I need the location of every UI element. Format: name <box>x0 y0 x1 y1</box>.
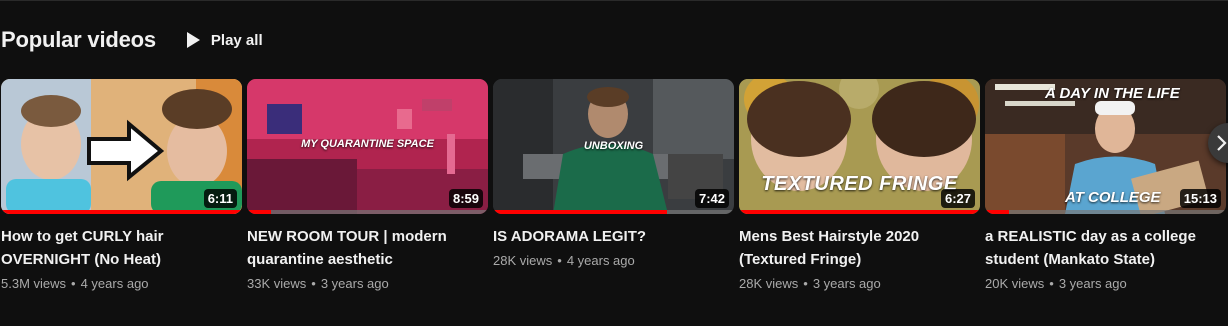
video-thumbnail[interactable]: 6:11 <box>1 79 242 214</box>
upload-age: 3 years ago <box>1058 276 1127 291</box>
video-card: TEXTURED FRINGE 6:27 Mens Best Hairstyle… <box>739 79 980 291</box>
watch-progress-bar <box>493 210 734 214</box>
watch-progress-fill <box>985 210 1010 214</box>
upload-age: 4 years ago <box>566 253 635 268</box>
section-title: Popular videos <box>1 27 156 52</box>
play-all-button[interactable]: Play all <box>183 30 263 50</box>
watch-progress-bar <box>247 210 488 214</box>
meta-separator: • <box>803 276 808 291</box>
video-thumbnail[interactable]: MY QUARANTINE SPACE 8:59 <box>247 79 488 214</box>
view-count: 20K views <box>985 276 1045 291</box>
view-count: 28K views <box>739 276 799 291</box>
video-title[interactable]: IS ADORAMA LEGIT? <box>493 225 728 248</box>
video-thumbnail[interactable]: A DAY IN THE LIFE AT COLLEGE 15:13 <box>985 79 1226 214</box>
section-header: Popular videos Play all <box>0 24 263 56</box>
video-meta: 28K views • 4 years ago <box>493 253 734 268</box>
thumbnail-overlay-text: AT COLLEGE <box>1065 189 1161 206</box>
upload-age: 3 years ago <box>812 276 881 291</box>
upload-age: 4 years ago <box>80 276 149 291</box>
duration-badge: 15:13 <box>1179 189 1221 208</box>
play-all-label: Play all <box>210 31 263 49</box>
chevron-right-icon <box>1217 135 1227 151</box>
video-meta: 33K views • 3 years ago <box>247 276 488 291</box>
video-title[interactable]: Mens Best Hairstyle 2020 (Textured Fring… <box>739 225 974 271</box>
video-title[interactable]: a REALISTIC day as a college student (Ma… <box>985 225 1220 271</box>
duration-badge: 7:42 <box>694 189 729 208</box>
top-divider <box>0 0 1228 1</box>
thumbnail-overlay-text: MY QUARANTINE SPACE <box>301 138 434 150</box>
thumbnail-overlay-text: UNBOXING <box>583 140 644 152</box>
play-icon <box>186 32 200 48</box>
video-thumbnail[interactable]: UNBOXING 7:42 <box>493 79 734 214</box>
meta-separator: • <box>311 276 316 291</box>
thumbnail-overlay-top-text: A DAY IN THE LIFE <box>1045 85 1180 102</box>
watch-progress-fill <box>493 210 667 214</box>
watch-progress-fill <box>739 210 980 214</box>
meta-separator: • <box>1049 276 1054 291</box>
video-title[interactable]: How to get CURLY hair OVERNIGHT (No Heat… <box>1 225 236 271</box>
watch-progress-bar <box>985 210 1226 214</box>
video-thumbnail[interactable]: TEXTURED FRINGE 6:27 <box>739 79 980 214</box>
duration-badge: 6:27 <box>940 189 975 208</box>
video-card: A DAY IN THE LIFE AT COLLEGE 15:13 a REA… <box>985 79 1226 291</box>
view-count: 33K views <box>247 276 307 291</box>
view-count: 28K views <box>493 253 553 268</box>
video-shelf: 6:11 How to get CURLY hair OVERNIGHT (No… <box>0 79 1228 319</box>
watch-progress-fill <box>1 210 242 214</box>
video-meta: 28K views • 3 years ago <box>739 276 980 291</box>
video-title[interactable]: NEW ROOM TOUR | modern quarantine aesthe… <box>247 225 482 271</box>
view-count: 5.3M views <box>1 276 67 291</box>
upload-age: 3 years ago <box>320 276 389 291</box>
video-card: UNBOXING 7:42 IS ADORAMA LEGIT? 28K view… <box>493 79 734 268</box>
video-card: 6:11 How to get CURLY hair OVERNIGHT (No… <box>1 79 242 291</box>
video-card: MY QUARANTINE SPACE 8:59 NEW ROOM TOUR |… <box>247 79 488 291</box>
duration-badge: 8:59 <box>448 189 483 208</box>
video-meta: 5.3M views • 4 years ago <box>1 276 242 291</box>
video-meta: 20K views • 3 years ago <box>985 276 1226 291</box>
watch-progress-bar <box>1 210 242 214</box>
meta-separator: • <box>557 253 562 268</box>
watch-progress-fill <box>247 210 272 214</box>
watch-progress-bar <box>739 210 980 214</box>
meta-separator: • <box>71 276 76 291</box>
duration-badge: 6:11 <box>203 189 237 208</box>
